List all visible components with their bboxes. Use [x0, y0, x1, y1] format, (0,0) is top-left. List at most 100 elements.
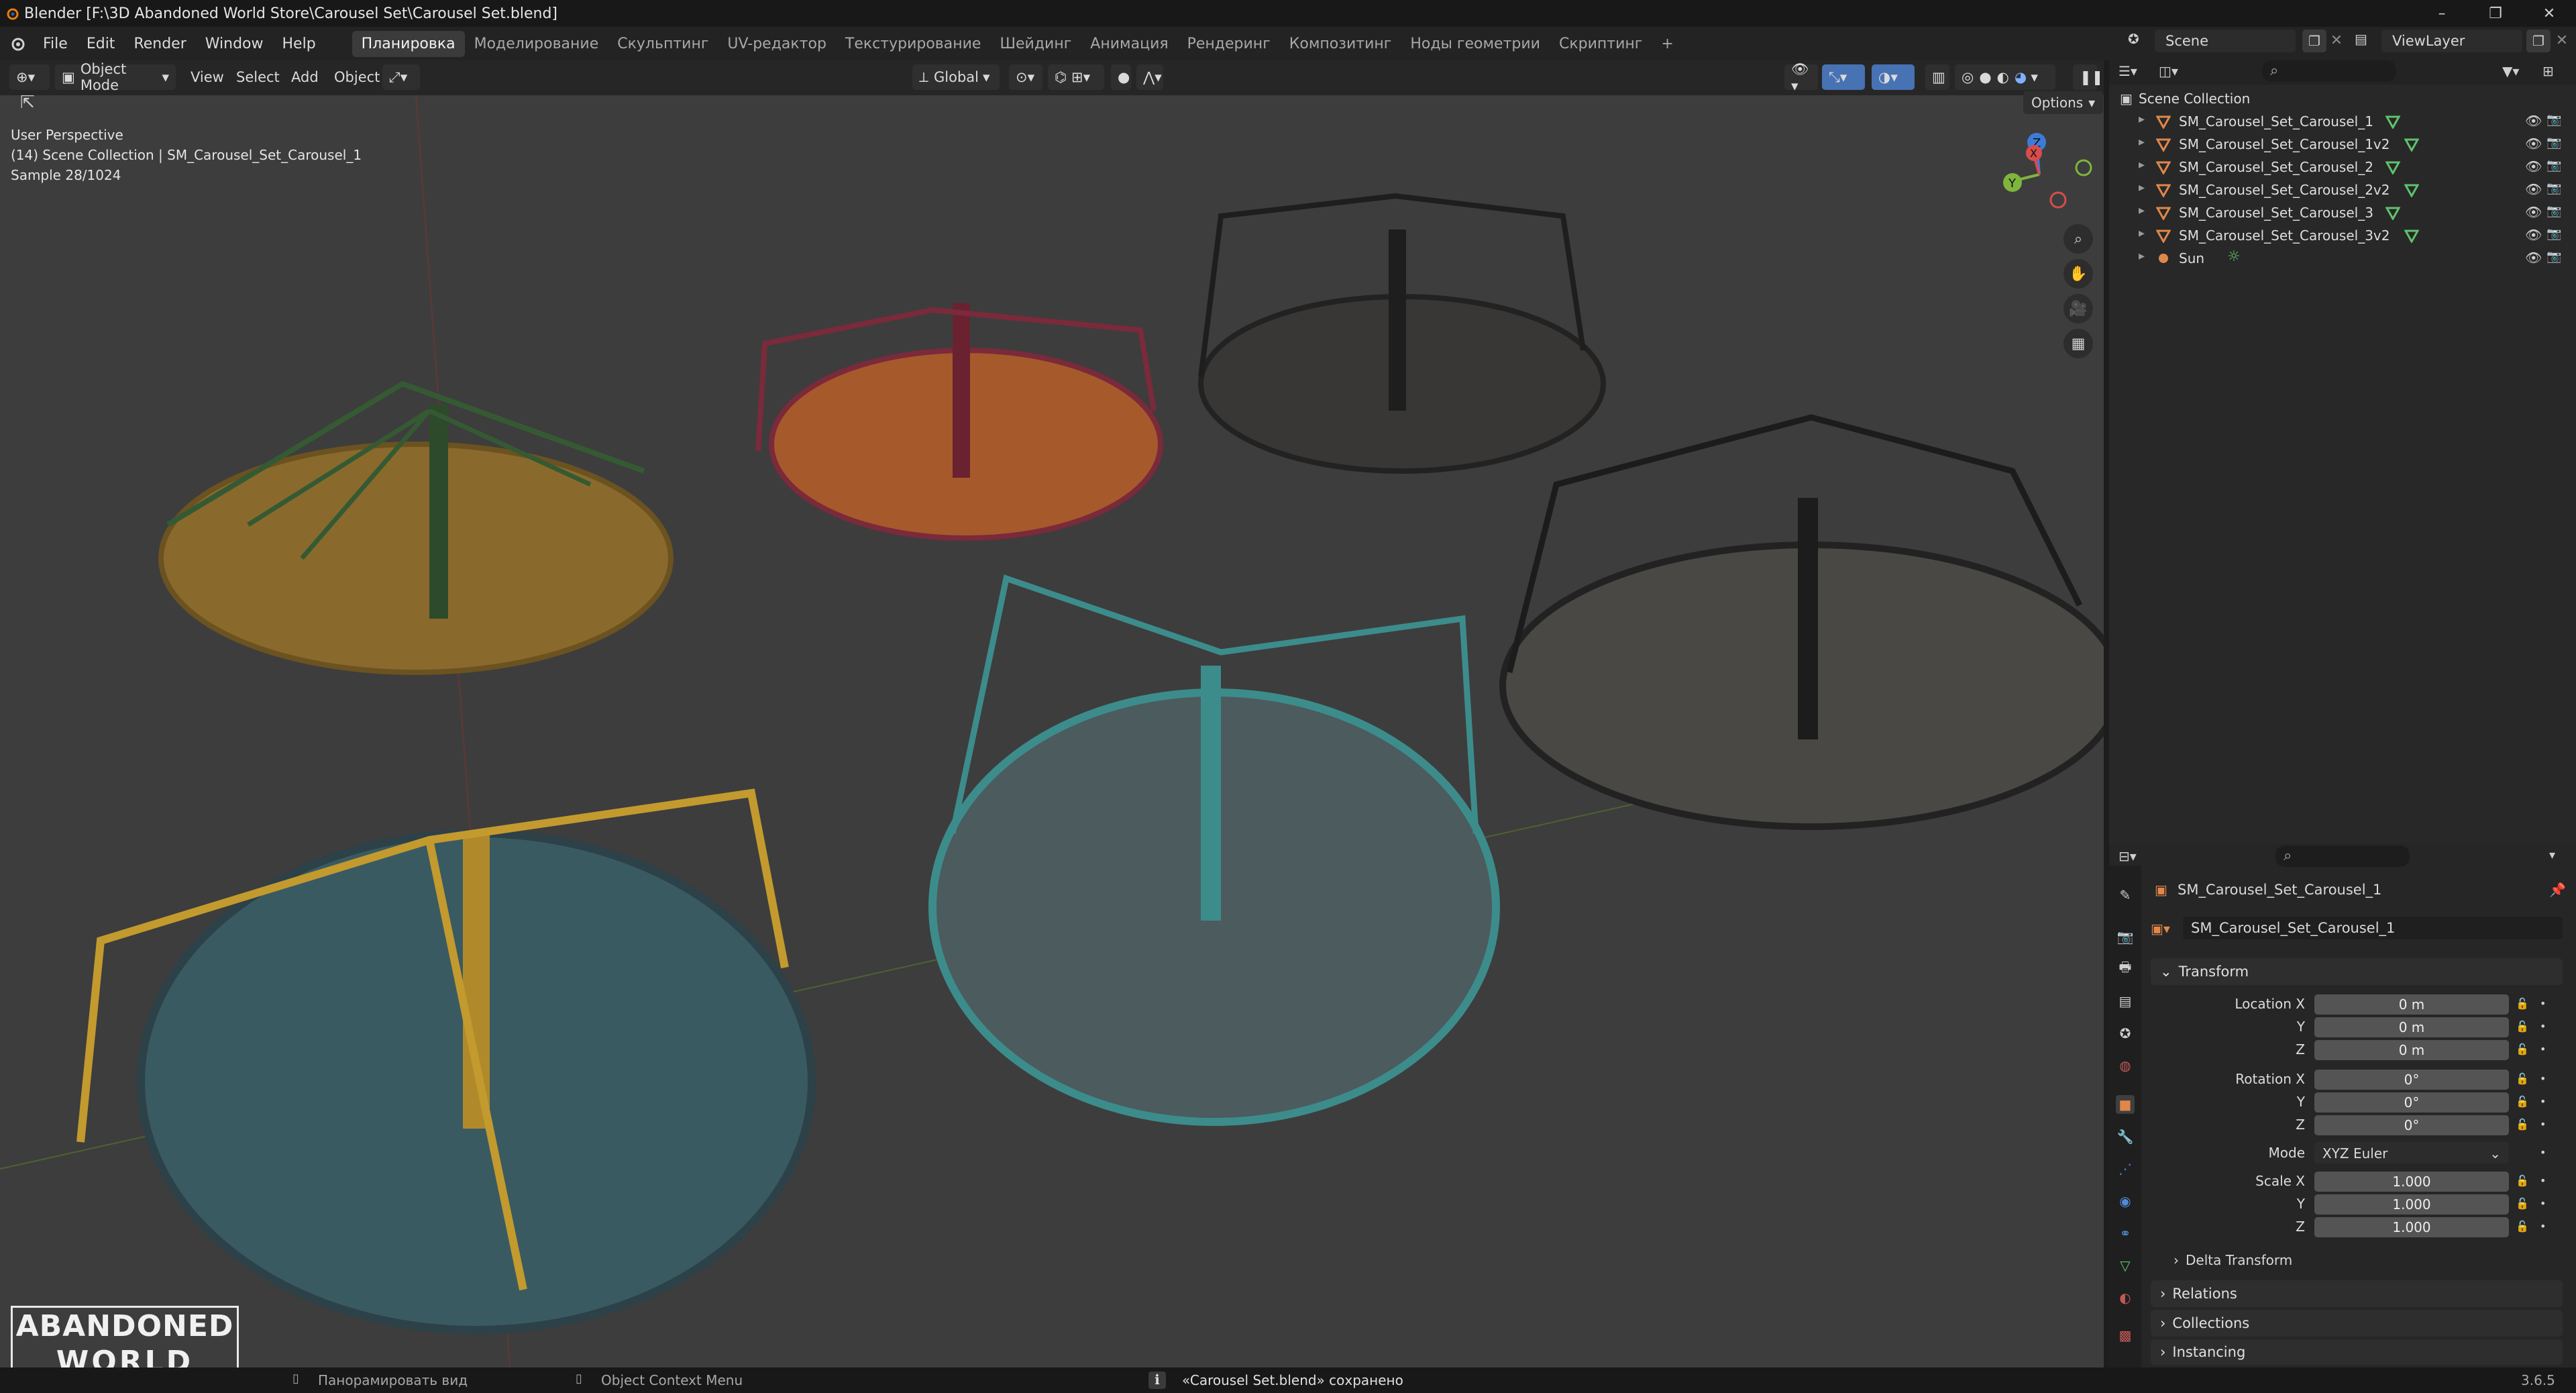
- falloff-icon[interactable]: ⋀▾: [1136, 64, 1163, 90]
- render-camera-icon[interactable]: 📷: [2546, 250, 2561, 264]
- ortho-grid-icon[interactable]: ▦: [2063, 329, 2093, 358]
- scene-tab-icon[interactable]: ✪: [2116, 1024, 2135, 1043]
- pivot-point-icon[interactable]: ⊙▾: [1009, 64, 1042, 90]
- world-tab-icon[interactable]: ◍: [2116, 1056, 2135, 1075]
- shading-mode-selector[interactable]: ◎ ● ◐ ◕ ▾: [1955, 64, 2055, 90]
- lock-icon[interactable]: 🔓: [2516, 1043, 2529, 1055]
- scene-icon[interactable]: ✪: [2128, 31, 2145, 48]
- new-scene-icon[interactable]: ❐: [2302, 30, 2326, 52]
- visibility-eye-icon[interactable]: 👁: [2525, 204, 2542, 220]
- 3d-viewport[interactable]: [0, 95, 2104, 1368]
- visibility-eye-icon[interactable]: 👁: [2525, 250, 2542, 266]
- outliner-item-3[interactable]: ▸ SM_Carousel_Set_Carousel_2 👁 📷: [2109, 156, 2576, 178]
- navigation-gizmo[interactable]: Z Y X: [1986, 127, 2093, 221]
- lock-icon[interactable]: 🔓: [2516, 1020, 2529, 1033]
- overlays-toggle-icon[interactable]: ◑▾: [1872, 64, 1915, 90]
- mesh-data-icon[interactable]: [2404, 228, 2419, 243]
- mesh-data-icon[interactable]: [2404, 137, 2419, 152]
- view-layer-tab-icon[interactable]: ▤: [2116, 992, 2135, 1011]
- keyframe-dot-icon[interactable]: •: [2540, 1220, 2546, 1233]
- data-tab-icon[interactable]: ▽: [2116, 1256, 2135, 1275]
- keyframe-dot-icon[interactable]: •: [2540, 997, 2546, 1010]
- scale-y-field[interactable]: 1.000: [2314, 1194, 2509, 1215]
- tab-sculpting[interactable]: Скульптинг: [608, 31, 718, 57]
- mesh-data-icon[interactable]: [2404, 183, 2419, 197]
- visibility-eye-icon[interactable]: 👁: [2525, 227, 2542, 243]
- delta-transform-subpanel[interactable]: › Delta Transform: [2174, 1252, 2292, 1268]
- expand-arrow-icon[interactable]: ▸: [2139, 249, 2145, 263]
- menu-help[interactable]: Help: [273, 36, 325, 52]
- properties-editor-icon[interactable]: ⊟▾: [2118, 848, 2137, 864]
- sun-light-data-icon[interactable]: ☼: [2227, 248, 2241, 265]
- pause-render-icon[interactable]: ❚❚: [2073, 64, 2103, 90]
- snap-icon[interactable]: ⌬ ⊞▾: [1048, 64, 1104, 90]
- camera-view-icon[interactable]: 🎥: [2063, 294, 2093, 323]
- tool-tab-icon[interactable]: ✎: [2116, 886, 2135, 905]
- xray-icon[interactable]: ▥: [1925, 64, 1949, 90]
- outliner-item-1[interactable]: ▸ SM_Carousel_Set_Carousel_1 👁 📷: [2109, 110, 2576, 133]
- render-camera-icon[interactable]: 📷: [2546, 227, 2561, 241]
- expand-arrow-icon[interactable]: ▸: [2139, 112, 2145, 126]
- zoom-icon[interactable]: ⌕: [2063, 224, 2093, 254]
- menu-window[interactable]: Window: [196, 36, 273, 52]
- select-menu[interactable]: Select: [236, 64, 280, 90]
- outliner-search-input[interactable]: ⌕: [2262, 60, 2396, 82]
- material-tab-icon[interactable]: ◐: [2116, 1288, 2135, 1307]
- collections-panel-header[interactable]: › Collections: [2151, 1310, 2563, 1337]
- modifier-tab-icon[interactable]: 🔧: [2116, 1127, 2135, 1146]
- object-name-field[interactable]: SM_Carousel_Set_Carousel_1: [2183, 917, 2563, 939]
- scale-x-field[interactable]: 1.000: [2314, 1172, 2509, 1192]
- texture-tab-icon[interactable]: ▩: [2116, 1326, 2135, 1345]
- tab-animation[interactable]: Анимация: [1081, 31, 1177, 57]
- pan-hand-icon[interactable]: ✋: [2063, 259, 2093, 289]
- lock-icon[interactable]: 🔓: [2516, 1220, 2529, 1233]
- editor-type-icon[interactable]: ⊕▾: [9, 64, 50, 90]
- carousel-dark-small[interactable]: [1198, 193, 1606, 474]
- blender-menu-icon[interactable]: [9, 35, 27, 52]
- material-shading-icon[interactable]: ◐: [1997, 69, 2009, 85]
- properties-search-input[interactable]: ⌕: [2275, 845, 2410, 867]
- carousel-blue-yellow[interactable]: [76, 788, 816, 1334]
- keyframe-dot-icon[interactable]: •: [2540, 1146, 2546, 1159]
- scene-collection-row[interactable]: ▣ Scene Collection: [2109, 87, 2576, 110]
- view-layer-icon[interactable]: ▤: [2355, 31, 2372, 48]
- expand-arrow-icon[interactable]: ▸: [2139, 180, 2145, 195]
- keyframe-dot-icon[interactable]: •: [2540, 1118, 2546, 1131]
- carousel-green[interactable]: [158, 380, 674, 675]
- mesh-data-icon[interactable]: [2385, 160, 2400, 174]
- tab-rendering[interactable]: Рендеринг: [1178, 31, 1280, 57]
- mode-selector[interactable]: ▣ Object Mode ▾: [55, 61, 176, 93]
- keyframe-dot-icon[interactable]: •: [2540, 1072, 2546, 1085]
- render-camera-icon[interactable]: 📷: [2546, 136, 2561, 150]
- expand-arrow-icon[interactable]: ▸: [2139, 226, 2145, 240]
- lock-icon[interactable]: 🔓: [2516, 1072, 2529, 1085]
- rotation-mode-dropdown[interactable]: XYZ Euler ⌄: [2314, 1142, 2509, 1164]
- rotation-y-field[interactable]: 0°: [2314, 1092, 2509, 1113]
- location-z-field[interactable]: 0 m: [2314, 1040, 2509, 1060]
- render-camera-icon[interactable]: 📷: [2546, 181, 2561, 195]
- lock-icon[interactable]: 🔓: [2516, 1118, 2529, 1131]
- tab-texture-paint[interactable]: Текстурирование: [836, 31, 991, 57]
- expand-arrow-icon[interactable]: ▸: [2139, 135, 2145, 149]
- mesh-data-icon[interactable]: [2385, 205, 2400, 220]
- view-layer-selector[interactable]: ViewLayer: [2381, 30, 2522, 52]
- location-y-field[interactable]: 0 m: [2314, 1017, 2509, 1037]
- display-mode-icon[interactable]: ◫▾: [2159, 63, 2178, 79]
- location-x-field[interactable]: 0 m: [2314, 994, 2509, 1015]
- orientation-gizmo-icon[interactable]: ⤢▾: [382, 64, 420, 90]
- keyframe-dot-icon[interactable]: •: [2540, 1095, 2546, 1108]
- expand-arrow-icon[interactable]: ▸: [2139, 158, 2145, 172]
- add-workspace-button[interactable]: +: [1652, 31, 1682, 57]
- physics-tab-icon[interactable]: ◉: [2116, 1192, 2135, 1210]
- keyframe-dot-icon[interactable]: •: [2540, 1197, 2546, 1210]
- new-collection-icon[interactable]: ⊞: [2542, 63, 2554, 79]
- gizmos-toggle-icon[interactable]: ⤡▾: [1822, 64, 1865, 90]
- delete-scene-icon[interactable]: ✕: [2328, 30, 2345, 52]
- tab-geometry-nodes[interactable]: Ноды геометрии: [1401, 31, 1550, 57]
- particles-tab-icon[interactable]: ⋰: [2116, 1159, 2135, 1178]
- scale-z-field[interactable]: 1.000: [2314, 1217, 2509, 1237]
- scene-selector[interactable]: Scene: [2155, 30, 2296, 52]
- delete-view-layer-icon[interactable]: ✕: [2553, 30, 2571, 52]
- menu-edit[interactable]: Edit: [77, 36, 125, 52]
- outliner-item-5[interactable]: ▸ SM_Carousel_Set_Carousel_3 👁 📷: [2109, 201, 2576, 224]
